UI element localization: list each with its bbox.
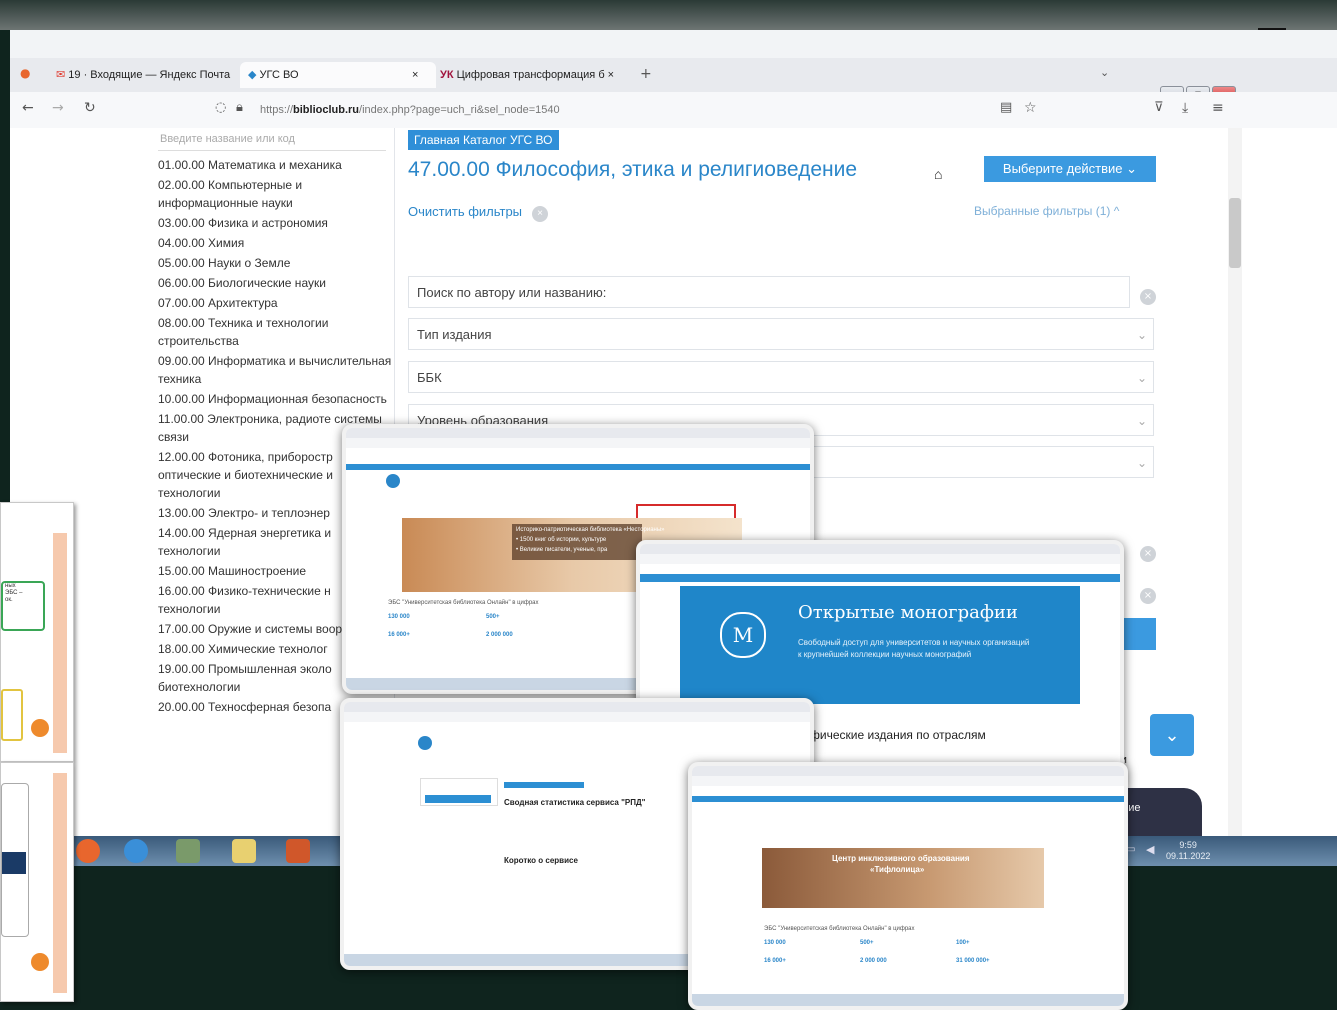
sidebar-item[interactable]: 05.00.00 Науки о Земле <box>158 254 394 272</box>
page-title: 47.00.00 Философия, этика и религиоведен… <box>408 158 858 181</box>
logo-icon <box>386 474 400 488</box>
navigation-bar: ← → ↻ ◌ 🔒︎ https://biblioclub.ru/index.p… <box>10 92 1337 129</box>
powerpoint-taskbar-icon[interactable] <box>286 839 310 863</box>
chevron-down-icon: ⌄ <box>1136 371 1147 385</box>
clear-search-icon[interactable]: × <box>1140 284 1156 305</box>
sidebar-item[interactable]: 08.00.00 Техника и технологии строительс… <box>158 314 394 350</box>
shield-icon[interactable]: ◌ <box>215 100 226 115</box>
scroll-down-icon[interactable]: ⌄ <box>1150 714 1194 756</box>
chevron-down-icon: ⌄ <box>1136 456 1147 470</box>
banner-image: Центр инклюзивного образования «Тифлолиц… <box>762 848 1044 908</box>
home-icon[interactable]: ⌂ <box>934 166 942 182</box>
tab-ugs[interactable]: ◆ УГС ВО × <box>240 62 436 88</box>
green-box: ных ЭБС – ок. <box>1 581 45 631</box>
monographs-logo-icon: M <box>720 612 766 658</box>
logo-icon <box>418 736 432 750</box>
mini-screen <box>1 783 29 937</box>
stripe <box>53 773 67 993</box>
sidebar-item[interactable]: 03.00.00 Физика и астрономия <box>158 214 394 232</box>
new-tab-icon[interactable]: + <box>640 66 652 82</box>
orange-dot <box>31 719 49 737</box>
tab-digital[interactable]: УК Цифровая трансформация б × <box>440 62 630 88</box>
yellow-box <box>1 689 23 741</box>
sidebar-item[interactable]: 02.00.00 Компьютерные и информационные н… <box>158 176 394 212</box>
filter-publication-type[interactable]: Тип издания ⌄ <box>408 318 1154 350</box>
selected-filters-toggle[interactable]: Выбранные фильтры (1) ^ <box>974 204 1119 218</box>
sidebar-item[interactable]: 09.00.00 Информатика и вычислительная те… <box>158 352 394 388</box>
author-title-search-input[interactable]: Поиск по автору или названию: <box>408 276 1130 308</box>
sidebar-item[interactable]: 01.00.00 Математика и механика <box>158 156 394 174</box>
slide-fragment-bottom <box>0 762 74 1002</box>
monographs-banner: M Открытые монографии Свободный доступ д… <box>680 586 1080 704</box>
clear-icon[interactable]: × <box>1140 583 1156 604</box>
firefox-taskbar-icon[interactable] <box>76 839 100 863</box>
tab-mail[interactable]: ✉ 19 · Входящие — Яндекс Почта × <box>56 62 231 107</box>
slide-fragment-top: ных ЭБС – ок. <box>0 502 74 762</box>
clear-filters-link[interactable]: Очистить фильтры × <box>408 204 549 222</box>
clock[interactable]: 9:59 09.11.2022 <box>1166 840 1210 862</box>
sidebar-item[interactable]: 07.00.00 Архитектура <box>158 294 394 312</box>
stripe <box>53 533 67 753</box>
close-tab-icon[interactable]: × <box>412 62 418 88</box>
forward-icon[interactable]: → <box>52 100 64 116</box>
clear-icon[interactable]: × <box>532 206 549 222</box>
reader-view-icon[interactable]: ▤ <box>1000 100 1012 115</box>
app-taskbar-icon[interactable] <box>124 839 148 863</box>
back-icon[interactable]: ← <box>22 100 34 116</box>
scrollbar-thumb[interactable] <box>1229 198 1241 268</box>
filter-bbk[interactable]: ББК ⌄ <box>408 361 1154 393</box>
uk-logo-icon: УК <box>440 69 457 81</box>
sidebar-search-input[interactable]: Введите название или код <box>158 128 386 151</box>
mail-icon: ✉ <box>56 69 69 81</box>
pocket-icon[interactable]: ⊽ <box>1154 100 1164 115</box>
orange-dot <box>31 953 49 971</box>
select-action-button[interactable]: Выберите действие ⌄ <box>984 156 1156 182</box>
top-band <box>0 0 1337 30</box>
reload-icon[interactable]: ↻ <box>84 100 96 116</box>
left-margin <box>0 30 10 500</box>
sidebar-item[interactable]: 10.00.00 Информационная безопасность <box>158 390 394 408</box>
chevron-down-icon: ⌄ <box>1136 414 1147 428</box>
biblioclub-icon: ◆ <box>248 69 260 81</box>
download-icon[interactable]: ⤓ <box>1182 100 1188 116</box>
lock-icon: 🔒︎ <box>236 100 243 115</box>
volume-icon[interactable]: ◀ <box>1146 843 1154 856</box>
firefox-icon[interactable]: ● <box>20 66 30 80</box>
breadcrumb[interactable]: Главная Каталог УГС ВО <box>408 130 559 150</box>
chevron-down-icon: ⌄ <box>1136 328 1147 342</box>
screenshot-card-tiflolitsa: Центр инклюзивного образования «Тифлолиц… <box>688 762 1128 1010</box>
url-field[interactable]: https://biblioclub.ru/index.php?page=uch… <box>260 98 1090 122</box>
folder-taskbar-icon[interactable] <box>232 839 256 863</box>
clear-icon[interactable]: × <box>1140 541 1156 562</box>
bookmark-star-icon[interactable]: ☆ <box>1024 100 1037 116</box>
menu-icon[interactable]: ≡ <box>1212 100 1224 116</box>
sidebar-item[interactable]: 04.00.00 Химия <box>158 234 394 252</box>
sidebar-item[interactable]: 06.00.00 Биологические науки <box>158 274 394 292</box>
abbyy-taskbar-icon[interactable] <box>176 839 200 863</box>
tab-bar: ● ✉ 19 · Входящие — Яндекс Почта × ◆ УГС… <box>10 58 1337 107</box>
list-tabs-icon[interactable]: ⌄ <box>1100 66 1109 79</box>
mini-nav <box>346 464 810 470</box>
close-tab-icon[interactable]: × <box>605 69 614 81</box>
